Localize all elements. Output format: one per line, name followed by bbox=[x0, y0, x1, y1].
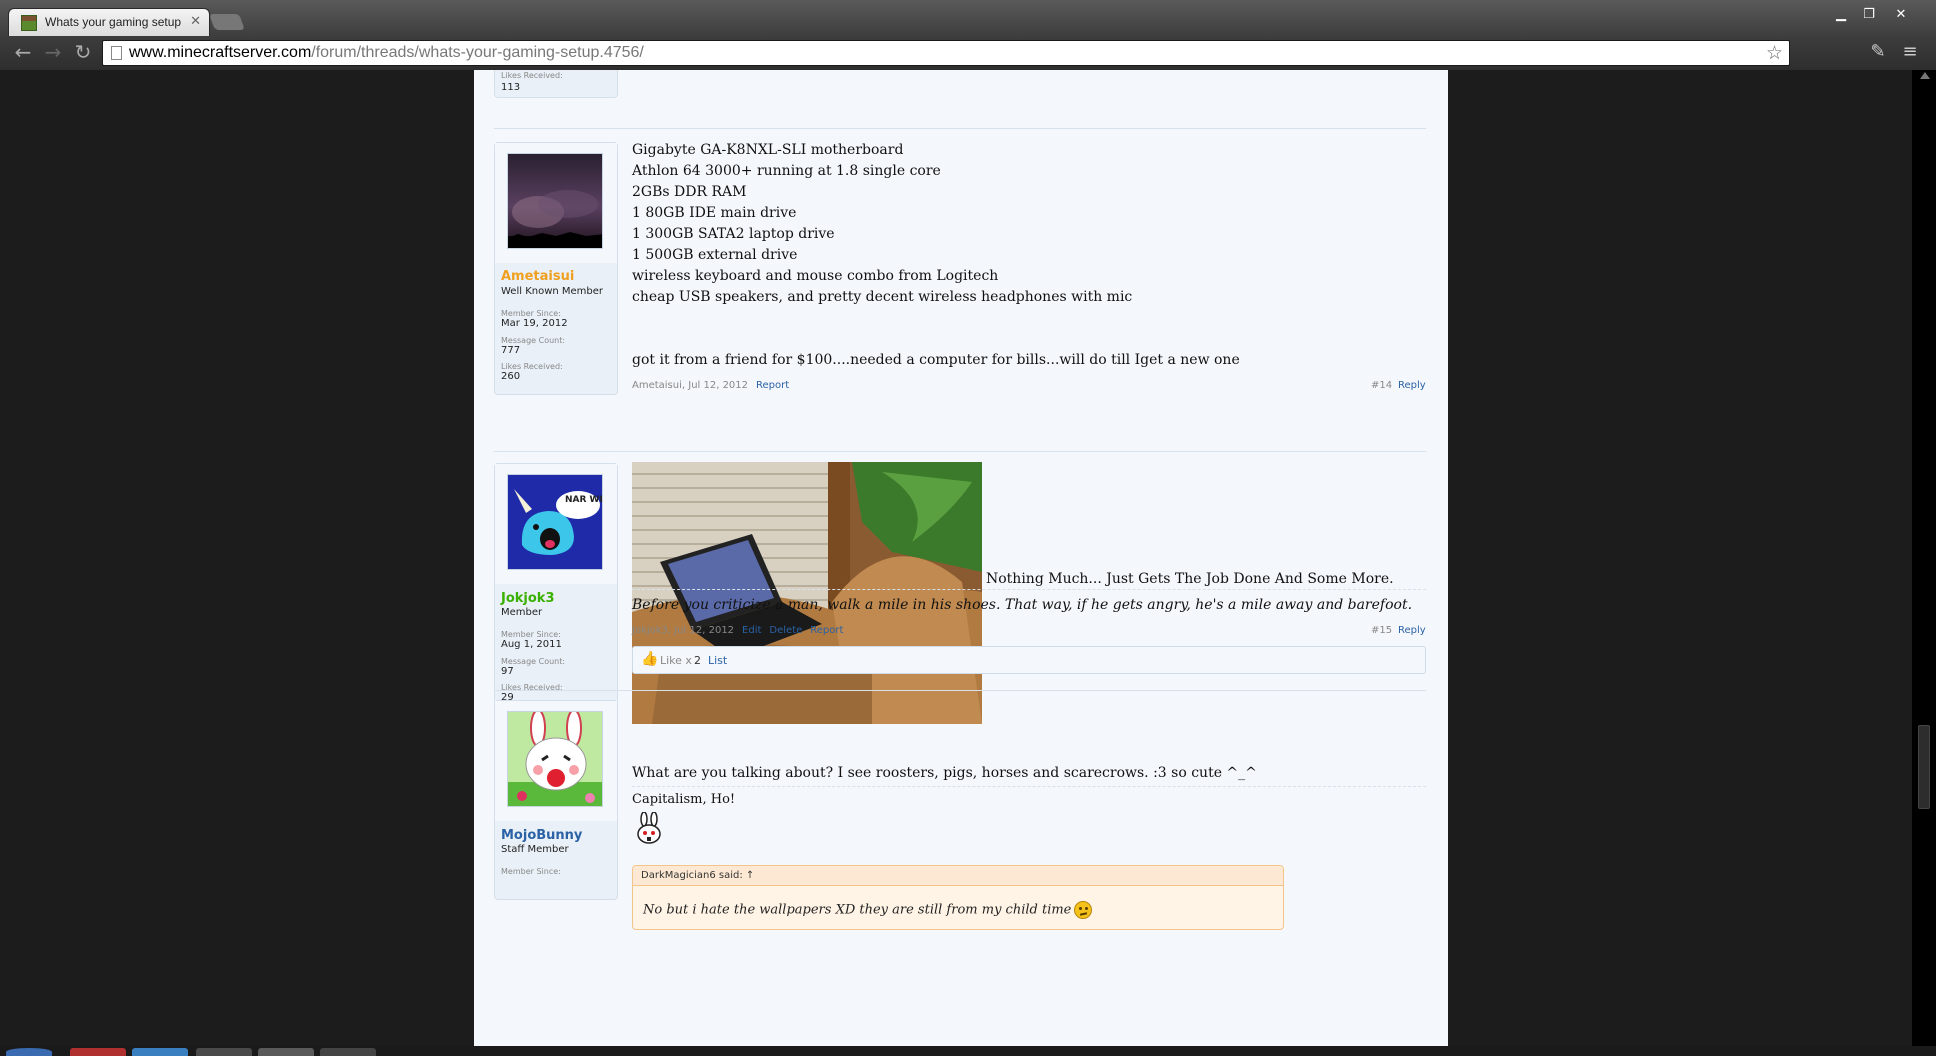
quote-block: DarkMagician6 said: ↑ No but i hate the … bbox=[632, 865, 1284, 930]
post-author-date[interactable]: Ametaisui, Jul 12, 2012 bbox=[632, 380, 748, 391]
message-line: 1 80GB IDE main drive bbox=[632, 205, 797, 221]
message-line: 1 300GB SATA2 laptop drive bbox=[632, 226, 835, 242]
page-scrollbar[interactable] bbox=[1912, 70, 1936, 1046]
username[interactable]: Ametaisui bbox=[501, 269, 574, 284]
user-title: Well Known Member bbox=[501, 286, 604, 297]
tab-close-icon[interactable]: ✕ bbox=[190, 14, 201, 29]
post-message: What are you talking about? I see rooste… bbox=[632, 765, 1257, 781]
avatar[interactable]: NAR WHAL! bbox=[507, 474, 603, 570]
message-count: 97 bbox=[501, 666, 514, 677]
menu-icon[interactable]: ≡ bbox=[1898, 40, 1922, 64]
like-label: Like x bbox=[660, 654, 692, 667]
signature-text: Before you criticize a man, walk a mile … bbox=[632, 597, 1413, 613]
avatar-speech-text: NAR WHAL! bbox=[565, 495, 603, 505]
post-separator bbox=[494, 451, 1426, 452]
browser-toolbar: ← → ↻ www.minecraftserver.com/forum/thre… bbox=[0, 36, 1936, 70]
taskbar-app-button[interactable] bbox=[132, 1048, 188, 1056]
taskbar-app-button[interactable] bbox=[70, 1048, 126, 1056]
taskbar-app-button[interactable] bbox=[320, 1048, 376, 1056]
post-meta: Ametaisui, Jul 12, 2012 Report bbox=[632, 380, 789, 391]
member-since: Aug 1, 2011 bbox=[501, 639, 562, 650]
scroll-up-arrow-icon[interactable] bbox=[1920, 72, 1930, 79]
edit-link[interactable]: Edit bbox=[742, 625, 761, 636]
page-viewport: Likes Received: 113 Ametaisui Well Known… bbox=[0, 70, 1912, 1046]
url-text[interactable]: www.minecraftserver.com/forum/threads/wh… bbox=[129, 44, 644, 62]
user-title: Staff Member bbox=[501, 844, 569, 855]
thumbs-up-icon: 👍 bbox=[641, 651, 659, 667]
post-number[interactable]: #14 bbox=[1371, 380, 1392, 391]
start-button-icon[interactable] bbox=[6, 1048, 52, 1056]
member-since-label: Member Since: bbox=[501, 630, 561, 639]
post-meta: Jokjok3, Jul 12, 2012 Edit Delete Report bbox=[632, 625, 843, 636]
message-line: 2GBs DDR RAM bbox=[632, 184, 747, 200]
likes-label: Likes Received: bbox=[501, 71, 563, 80]
signature-divider bbox=[632, 589, 1426, 590]
signature-divider bbox=[632, 786, 1426, 787]
reply-link[interactable]: Reply bbox=[1398, 625, 1426, 636]
post-number[interactable]: #15 bbox=[1371, 625, 1392, 636]
member-since-label: Member Since: bbox=[501, 309, 561, 318]
post-separator bbox=[494, 128, 1426, 129]
post-message: Gigabyte GA-K8NXL-SLI motherboard Athlon… bbox=[632, 140, 1240, 371]
likes-value: 113 bbox=[501, 82, 521, 93]
back-arrow-icon[interactable]: ← bbox=[10, 40, 36, 64]
likes-received: 260 bbox=[501, 371, 521, 382]
message-line: got it from a friend for $100....needed … bbox=[632, 352, 1240, 368]
taskbar-app-button[interactable] bbox=[258, 1048, 314, 1056]
message-count-label: Message Count: bbox=[501, 657, 566, 666]
likes-label: Likes Received: bbox=[501, 362, 563, 371]
message-line: cheap USB speakers, and pretty decent wi… bbox=[632, 289, 1133, 305]
member-since: Mar 19, 2012 bbox=[501, 318, 568, 329]
delete-link[interactable]: Delete bbox=[769, 625, 802, 636]
avatar[interactable] bbox=[507, 711, 603, 807]
like-summary-bar: 👍 Like x 2 List bbox=[632, 646, 1426, 674]
like-count: 2 bbox=[694, 654, 701, 667]
close-window-icon[interactable]: ✕ bbox=[1888, 6, 1914, 24]
message-line: 1 500GB external drive bbox=[632, 247, 798, 263]
title-bar: Whats your gaming setup ✕ ▁ ❐ ✕ bbox=[0, 0, 1936, 36]
reload-icon[interactable]: ↻ bbox=[70, 40, 96, 64]
restore-icon[interactable]: ❐ bbox=[1856, 6, 1882, 24]
username[interactable]: Jokjok3 bbox=[501, 591, 555, 606]
signature-text: Capitalism, Ho! bbox=[632, 792, 736, 807]
user-block-ametaisui: Ametaisui Well Known Member Member Since… bbox=[494, 142, 618, 395]
member-since-label: Member Since: bbox=[501, 867, 561, 876]
reply-link[interactable]: Reply bbox=[1398, 380, 1426, 391]
taskbar-app-button[interactable] bbox=[196, 1048, 252, 1056]
scroll-thumb[interactable] bbox=[1918, 725, 1930, 809]
user-block-jokjok3: NAR WHAL! Jokjok3 Member Member Since: A… bbox=[494, 463, 618, 717]
address-bar[interactable]: www.minecraftserver.com/forum/threads/wh… bbox=[102, 40, 1790, 66]
bunny-signature-icon bbox=[634, 811, 664, 846]
avatar[interactable] bbox=[507, 153, 603, 249]
username[interactable]: MojoBunny bbox=[501, 828, 582, 843]
minimize-icon[interactable]: ▁ bbox=[1828, 6, 1854, 24]
forum-thread-content: Likes Received: 113 Ametaisui Well Known… bbox=[474, 70, 1448, 1046]
extension-icon[interactable]: ✎ bbox=[1866, 40, 1890, 64]
message-line: wireless keyboard and mouse combo from L… bbox=[632, 268, 999, 284]
user-block-mojobunny: MojoBunny Staff Member Member Since: bbox=[494, 700, 618, 900]
new-tab-button[interactable] bbox=[209, 14, 245, 30]
quote-text: No but i hate the wallpapers XD they are… bbox=[643, 901, 1093, 919]
page-icon bbox=[111, 46, 122, 60]
user-title: Member bbox=[501, 607, 543, 618]
minecraft-favicon-icon bbox=[21, 15, 37, 31]
report-link[interactable]: Report bbox=[810, 625, 843, 636]
forward-arrow-icon[interactable]: → bbox=[40, 40, 66, 64]
browser-tab[interactable]: Whats your gaming setup ✕ bbox=[8, 8, 210, 36]
message-line: Gigabyte GA-K8NXL-SLI motherboard bbox=[632, 142, 904, 158]
message-count: 777 bbox=[501, 345, 521, 356]
laptop-photo[interactable] bbox=[632, 462, 982, 724]
bookmark-star-icon[interactable]: ☆ bbox=[1766, 42, 1783, 64]
post-separator bbox=[494, 690, 1426, 691]
message-line: Athlon 64 3000+ running at 1.8 single co… bbox=[632, 163, 941, 179]
report-link[interactable]: Report bbox=[756, 380, 789, 391]
like-list-link[interactable]: List bbox=[708, 654, 727, 667]
post-caption: Nothing Much... Just Gets The Job Done A… bbox=[986, 571, 1394, 587]
sad-smiley-icon bbox=[1074, 901, 1093, 919]
prev-user-block: Likes Received: 113 bbox=[494, 70, 618, 98]
quote-author-link[interactable]: DarkMagician6 said: ↑ bbox=[641, 870, 754, 881]
message-count-label: Message Count: bbox=[501, 336, 566, 345]
tab-title: Whats your gaming setup bbox=[45, 15, 182, 29]
post-author-date[interactable]: Jokjok3, Jul 12, 2012 bbox=[632, 625, 734, 636]
